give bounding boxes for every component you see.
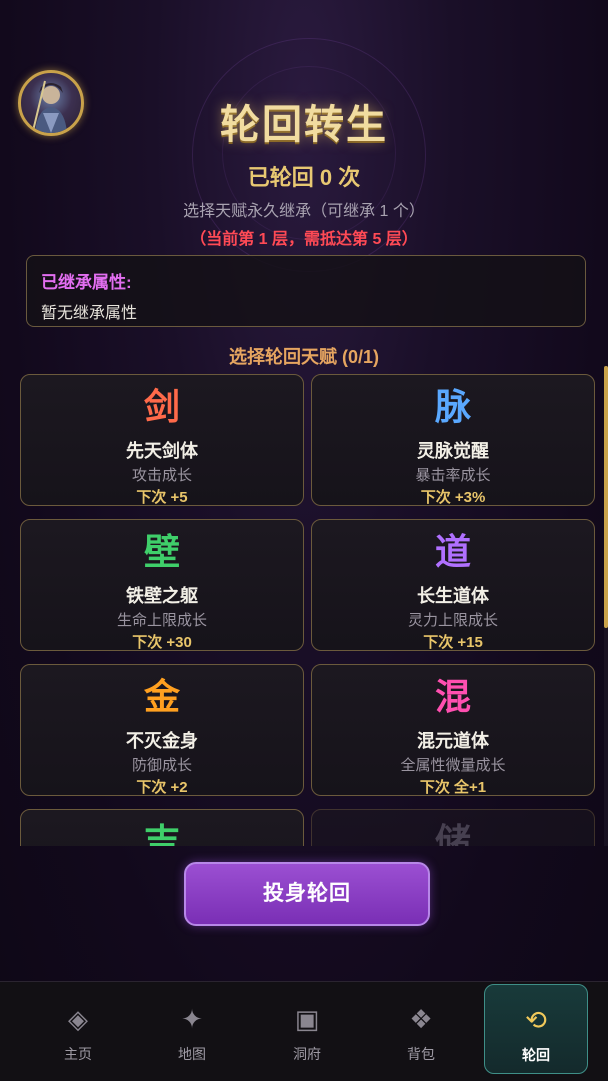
talent-glyph: 吉 — [143, 821, 180, 846]
talent-name: 不灭金身 — [126, 731, 198, 751]
nav-item-home[interactable]: ◈ 主页 — [26, 982, 130, 1081]
nav-label: 洞府 — [293, 1046, 321, 1062]
square-icon: ▣ — [294, 1004, 320, 1034]
talent-section-label: 选择轮回天赋 (0/1) — [228, 347, 379, 367]
inherited-attributes-panel: 已继承属性: 暂无继承属性 — [26, 255, 586, 327]
dots-icon: ❖ — [409, 1004, 433, 1034]
talent-glyph: 道 — [434, 531, 471, 572]
talent-name: 混元道体 — [417, 731, 489, 751]
scrollbar-thumb[interactable] — [604, 366, 608, 628]
talent-card-sword[interactable]: 剑 先天剑体 攻击成长 下次 +5 — [20, 374, 304, 506]
talent-desc: 全属性微量成长 — [400, 757, 506, 774]
talent-card-chaos[interactable]: 混 混元道体 全属性微量成长 下次 全+1 — [311, 664, 595, 796]
page-subtitle: 选择天赋永久继承（可继承 1 个） — [183, 203, 425, 220]
nav-label: 地图 — [178, 1046, 206, 1062]
talent-card-gold[interactable]: 金 不灭金身 防御成长 下次 +2 — [20, 664, 304, 796]
talent-desc: 攻击成长 — [131, 467, 192, 484]
nav-label: 主页 — [64, 1046, 92, 1062]
nav-item-reincarnation[interactable]: ⟲ 轮回 — [484, 984, 588, 1074]
inherited-attributes-value: 暂无继承属性 — [41, 305, 138, 322]
talent-desc: 灵力上限成长 — [407, 612, 498, 629]
talent-grid[interactable]: 剑 先天剑体 攻击成长 下次 +5 脉 灵脉觉醒 暴击率成长 下次 +3% 壁 … — [0, 372, 608, 846]
talent-glyph: 脉 — [434, 386, 471, 427]
talent-name: 铁壁之躯 — [126, 586, 198, 606]
talent-glyph: 混 — [434, 676, 471, 717]
talent-name: 长生道体 — [417, 586, 489, 606]
nav-item-cave[interactable]: ▣ 洞府 — [255, 982, 359, 1081]
talent-glyph: 剑 — [143, 386, 180, 427]
bottom-navigation: ◈ 主页 ✦ 地图 ▣ 洞府 ❖ 背包 ⟲ 轮回 — [0, 981, 608, 1081]
talent-card-dao[interactable]: 道 长生道体 灵力上限成长 下次 +15 — [311, 519, 595, 651]
talent-card-meridian[interactable]: 脉 灵脉觉醒 暴击率成长 下次 +3% — [311, 374, 595, 506]
talent-bonus: 下次 +5 — [136, 489, 188, 506]
talent-desc: 生命上限成长 — [116, 612, 207, 629]
talent-card-wall[interactable]: 壁 铁壁之躯 生命上限成长 下次 +30 — [20, 519, 304, 651]
talent-glyph: 储 — [434, 821, 471, 846]
reincarnate-button[interactable]: 投身轮回 — [184, 862, 430, 926]
cycle-icon: ⟲ — [525, 1005, 547, 1035]
diamond-icon: ◈ — [68, 1004, 88, 1034]
nav-item-map[interactable]: ✦ 地图 — [140, 982, 244, 1081]
talent-bonus: 下次 +3% — [420, 489, 486, 506]
talent-bonus: 下次 +15 — [423, 634, 483, 651]
talent-card-partial[interactable]: 吉 — [20, 809, 304, 846]
talent-name: 灵脉觉醒 — [417, 441, 489, 461]
talent-desc: 暴击率成长 — [415, 467, 491, 484]
talent-bonus: 下次 +30 — [132, 634, 192, 651]
inherited-attributes-title: 已继承属性: — [41, 273, 132, 292]
talent-desc: 防御成长 — [131, 757, 192, 774]
nav-label: 背包 — [407, 1046, 435, 1062]
nav-label: 轮回 — [522, 1047, 550, 1063]
talent-card-partial-locked[interactable]: 储 — [311, 809, 595, 846]
reincarnation-count: 已轮回 0 次 — [247, 165, 361, 190]
talent-name: 先天剑体 — [126, 441, 198, 461]
talent-glyph: 金 — [143, 676, 180, 717]
sparkle-icon: ✦ — [181, 1004, 203, 1034]
page-title: 轮回转生 — [220, 103, 388, 147]
talent-glyph: 壁 — [143, 531, 180, 572]
talent-bonus: 下次 全+1 — [419, 779, 487, 796]
requirement-warning: （当前第 1 层，需抵达第 5 层） — [190, 231, 418, 248]
talent-bonus: 下次 +2 — [136, 779, 188, 796]
nav-item-bag[interactable]: ❖ 背包 — [369, 982, 473, 1081]
